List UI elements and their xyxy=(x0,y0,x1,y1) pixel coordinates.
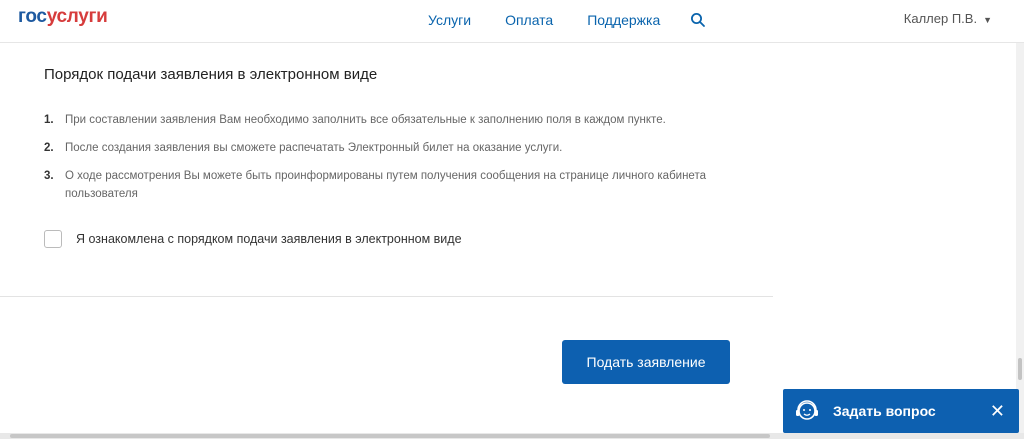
list-item: 2. После создания заявления вы сможете р… xyxy=(44,139,724,157)
logo-part-gos: гос xyxy=(18,6,47,27)
nav-item-services[interactable]: Услуги xyxy=(428,12,471,28)
ask-question-label[interactable]: Задать вопрос xyxy=(833,403,990,419)
main-nav: Услуги Оплата Поддержка xyxy=(428,12,660,28)
agree-checkbox[interactable] xyxy=(44,230,62,248)
close-icon[interactable]: ✕ xyxy=(990,401,1005,422)
step-text: После создания заявления вы сможете расп… xyxy=(65,142,563,154)
page-title: Порядок подачи заявления в электронном в… xyxy=(44,66,378,83)
step-number: 1. xyxy=(44,114,54,126)
divider xyxy=(0,296,773,297)
step-text: О ходе рассмотрения Вы можете быть проин… xyxy=(65,170,706,200)
agree-label[interactable]: Я ознакомлена с порядком подачи заявлени… xyxy=(76,232,462,246)
horizontal-scrollbar-thumb[interactable] xyxy=(10,434,770,438)
step-number: 2. xyxy=(44,142,54,154)
ask-question-widget[interactable]: Задать вопрос ✕ xyxy=(783,389,1019,433)
nav-item-payment[interactable]: Оплата xyxy=(505,12,553,28)
chevron-down-icon: ▼ xyxy=(983,15,992,25)
steps-list: 1. При составлении заявления Вам необход… xyxy=(44,111,724,213)
nav-item-support[interactable]: Поддержка xyxy=(587,12,660,28)
top-header: госуслуги Услуги Оплата Поддержка Каллер… xyxy=(0,0,1024,43)
step-text: При составлении заявления Вам необходимо… xyxy=(65,114,666,126)
main-content: Порядок подачи заявления в электронном в… xyxy=(0,43,1016,433)
list-item: 3. О ходе рассмотрения Вы можете быть пр… xyxy=(44,167,724,203)
headset-icon xyxy=(796,400,818,420)
user-name: Каллер П.В. xyxy=(903,11,978,26)
gosuslugi-logo[interactable]: госуслуги xyxy=(18,6,108,28)
list-item: 1. При составлении заявления Вам необход… xyxy=(44,111,724,129)
user-menu[interactable]: Каллер П.В. ▼ xyxy=(904,11,992,26)
agree-row[interactable]: Я ознакомлена с порядком подачи заявлени… xyxy=(44,230,462,248)
submit-application-button[interactable]: Подать заявление xyxy=(562,340,730,384)
logo-part-uslugi: услуги xyxy=(46,6,108,27)
step-number: 3. xyxy=(44,170,54,182)
search-icon[interactable] xyxy=(690,12,706,28)
vertical-scrollbar-thumb[interactable] xyxy=(1018,358,1022,380)
